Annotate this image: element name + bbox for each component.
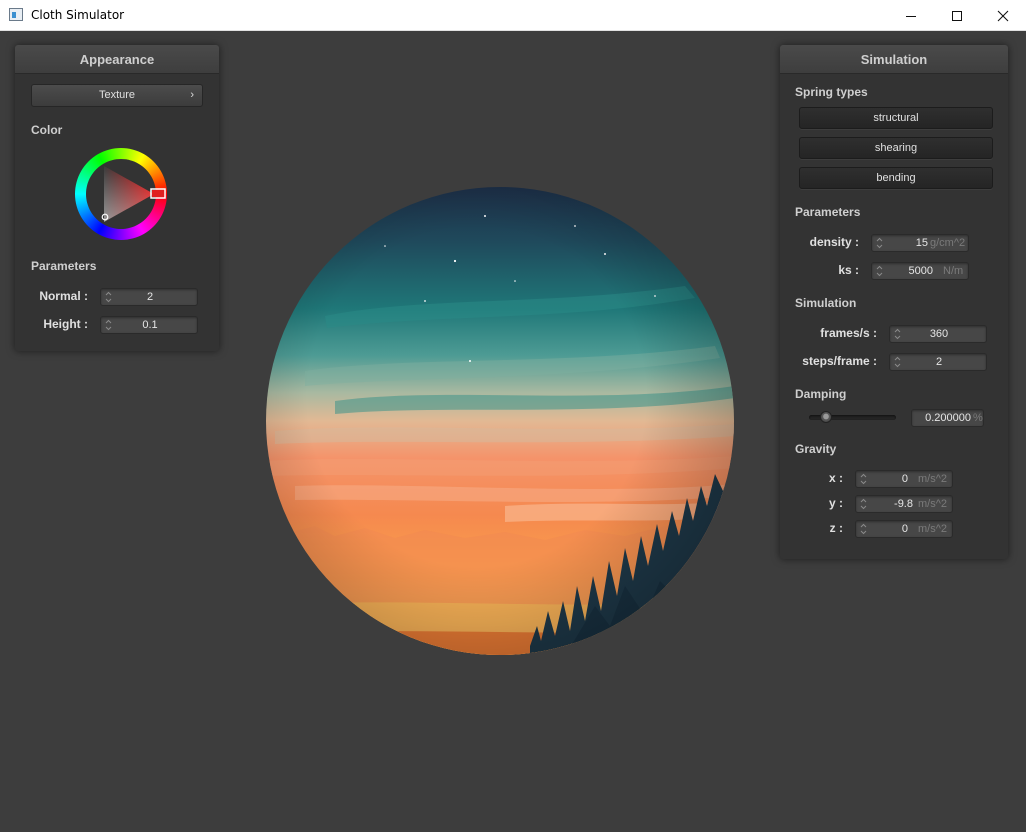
density-label: density : xyxy=(809,235,859,249)
appearance-parameters-label: Parameters xyxy=(31,259,97,273)
window-title: Cloth Simulator xyxy=(31,8,125,22)
shearing-button[interactable]: shearing xyxy=(799,137,993,159)
gravity-y-unit: m/s^2 xyxy=(918,498,947,510)
simulation-panel: Simulation Spring types structural shear… xyxy=(780,45,1008,559)
frames-per-second-input[interactable]: 360 xyxy=(889,325,987,343)
maximize-icon xyxy=(952,10,962,21)
frames-per-second-value: 360 xyxy=(929,328,949,340)
gravity-z-label: z : xyxy=(829,521,843,535)
damping-slider-knob[interactable] xyxy=(820,411,832,423)
spring-types-label: Spring types xyxy=(795,85,868,99)
bending-button[interactable]: bending xyxy=(799,167,993,189)
maximize-button[interactable] xyxy=(934,0,980,31)
density-unit: g/cm^2 xyxy=(930,237,966,249)
height-label: Height : xyxy=(43,317,88,331)
gravity-z-unit: m/s^2 xyxy=(918,523,947,535)
cloth-sphere xyxy=(265,186,735,656)
texture-button-label: Texture xyxy=(98,89,136,101)
gravity-x-unit: m/s^2 xyxy=(918,473,947,485)
simulation-panel-header[interactable]: Simulation xyxy=(780,45,1008,74)
gravity-z-value: 0 xyxy=(901,523,908,535)
chevron-right-icon: › xyxy=(190,89,194,101)
normal-label: Normal : xyxy=(39,289,88,303)
close-button[interactable] xyxy=(980,0,1026,31)
normal-input[interactable]: 2 xyxy=(100,288,198,306)
gravity-y-label: y : xyxy=(828,496,843,510)
texture-button[interactable]: Texture › xyxy=(31,84,203,107)
gravity-x-label: x : xyxy=(828,471,843,485)
steps-per-frame-value: 2 xyxy=(935,356,943,368)
steps-per-frame-label: steps/frame : xyxy=(802,354,877,368)
damping-value: 0.200000 xyxy=(925,412,971,424)
ks-label: ks : xyxy=(838,263,859,277)
simulation-parameters-label: Parameters xyxy=(795,205,861,219)
frames-per-second-label: frames/s : xyxy=(820,326,877,340)
minimize-icon xyxy=(906,15,916,17)
ks-input[interactable]: 5000 N/m xyxy=(871,262,969,280)
gravity-x-input[interactable]: 0 m/s^2 xyxy=(855,470,953,488)
ks-unit: N/m xyxy=(943,265,964,277)
normal-value: 2 xyxy=(146,291,154,303)
density-input[interactable]: 15 g/cm^2 xyxy=(871,234,969,252)
density-value: 15 xyxy=(915,237,928,249)
damping-label: Damping xyxy=(795,387,847,401)
appearance-panel-header[interactable]: Appearance xyxy=(15,45,219,74)
damping-unit: % xyxy=(973,412,983,424)
structural-button[interactable]: structural xyxy=(799,107,993,129)
gravity-y-input[interactable]: -9.8 m/s^2 xyxy=(855,495,953,513)
damping-input[interactable]: 0.200000 % xyxy=(911,409,984,427)
height-value: 0.1 xyxy=(142,319,158,331)
gravity-label: Gravity xyxy=(795,442,837,456)
height-input[interactable]: 0.1 xyxy=(100,316,198,334)
ks-value: 5000 xyxy=(908,265,933,277)
steps-per-frame-input[interactable]: 2 xyxy=(889,353,987,371)
color-wheel[interactable] xyxy=(73,146,169,242)
simulation-section-label: Simulation xyxy=(795,296,857,310)
minimize-button[interactable] xyxy=(888,0,934,31)
gravity-z-input[interactable]: 0 m/s^2 xyxy=(855,520,953,538)
title-bar: Cloth Simulator xyxy=(0,0,1026,31)
close-icon xyxy=(997,10,1009,21)
color-section-label: Color xyxy=(31,123,63,137)
appearance-panel: Appearance Texture › Color Parameters No… xyxy=(15,45,219,351)
gravity-y-value: -9.8 xyxy=(894,498,913,510)
gravity-x-value: 0 xyxy=(901,473,908,485)
app-icon xyxy=(9,8,23,21)
